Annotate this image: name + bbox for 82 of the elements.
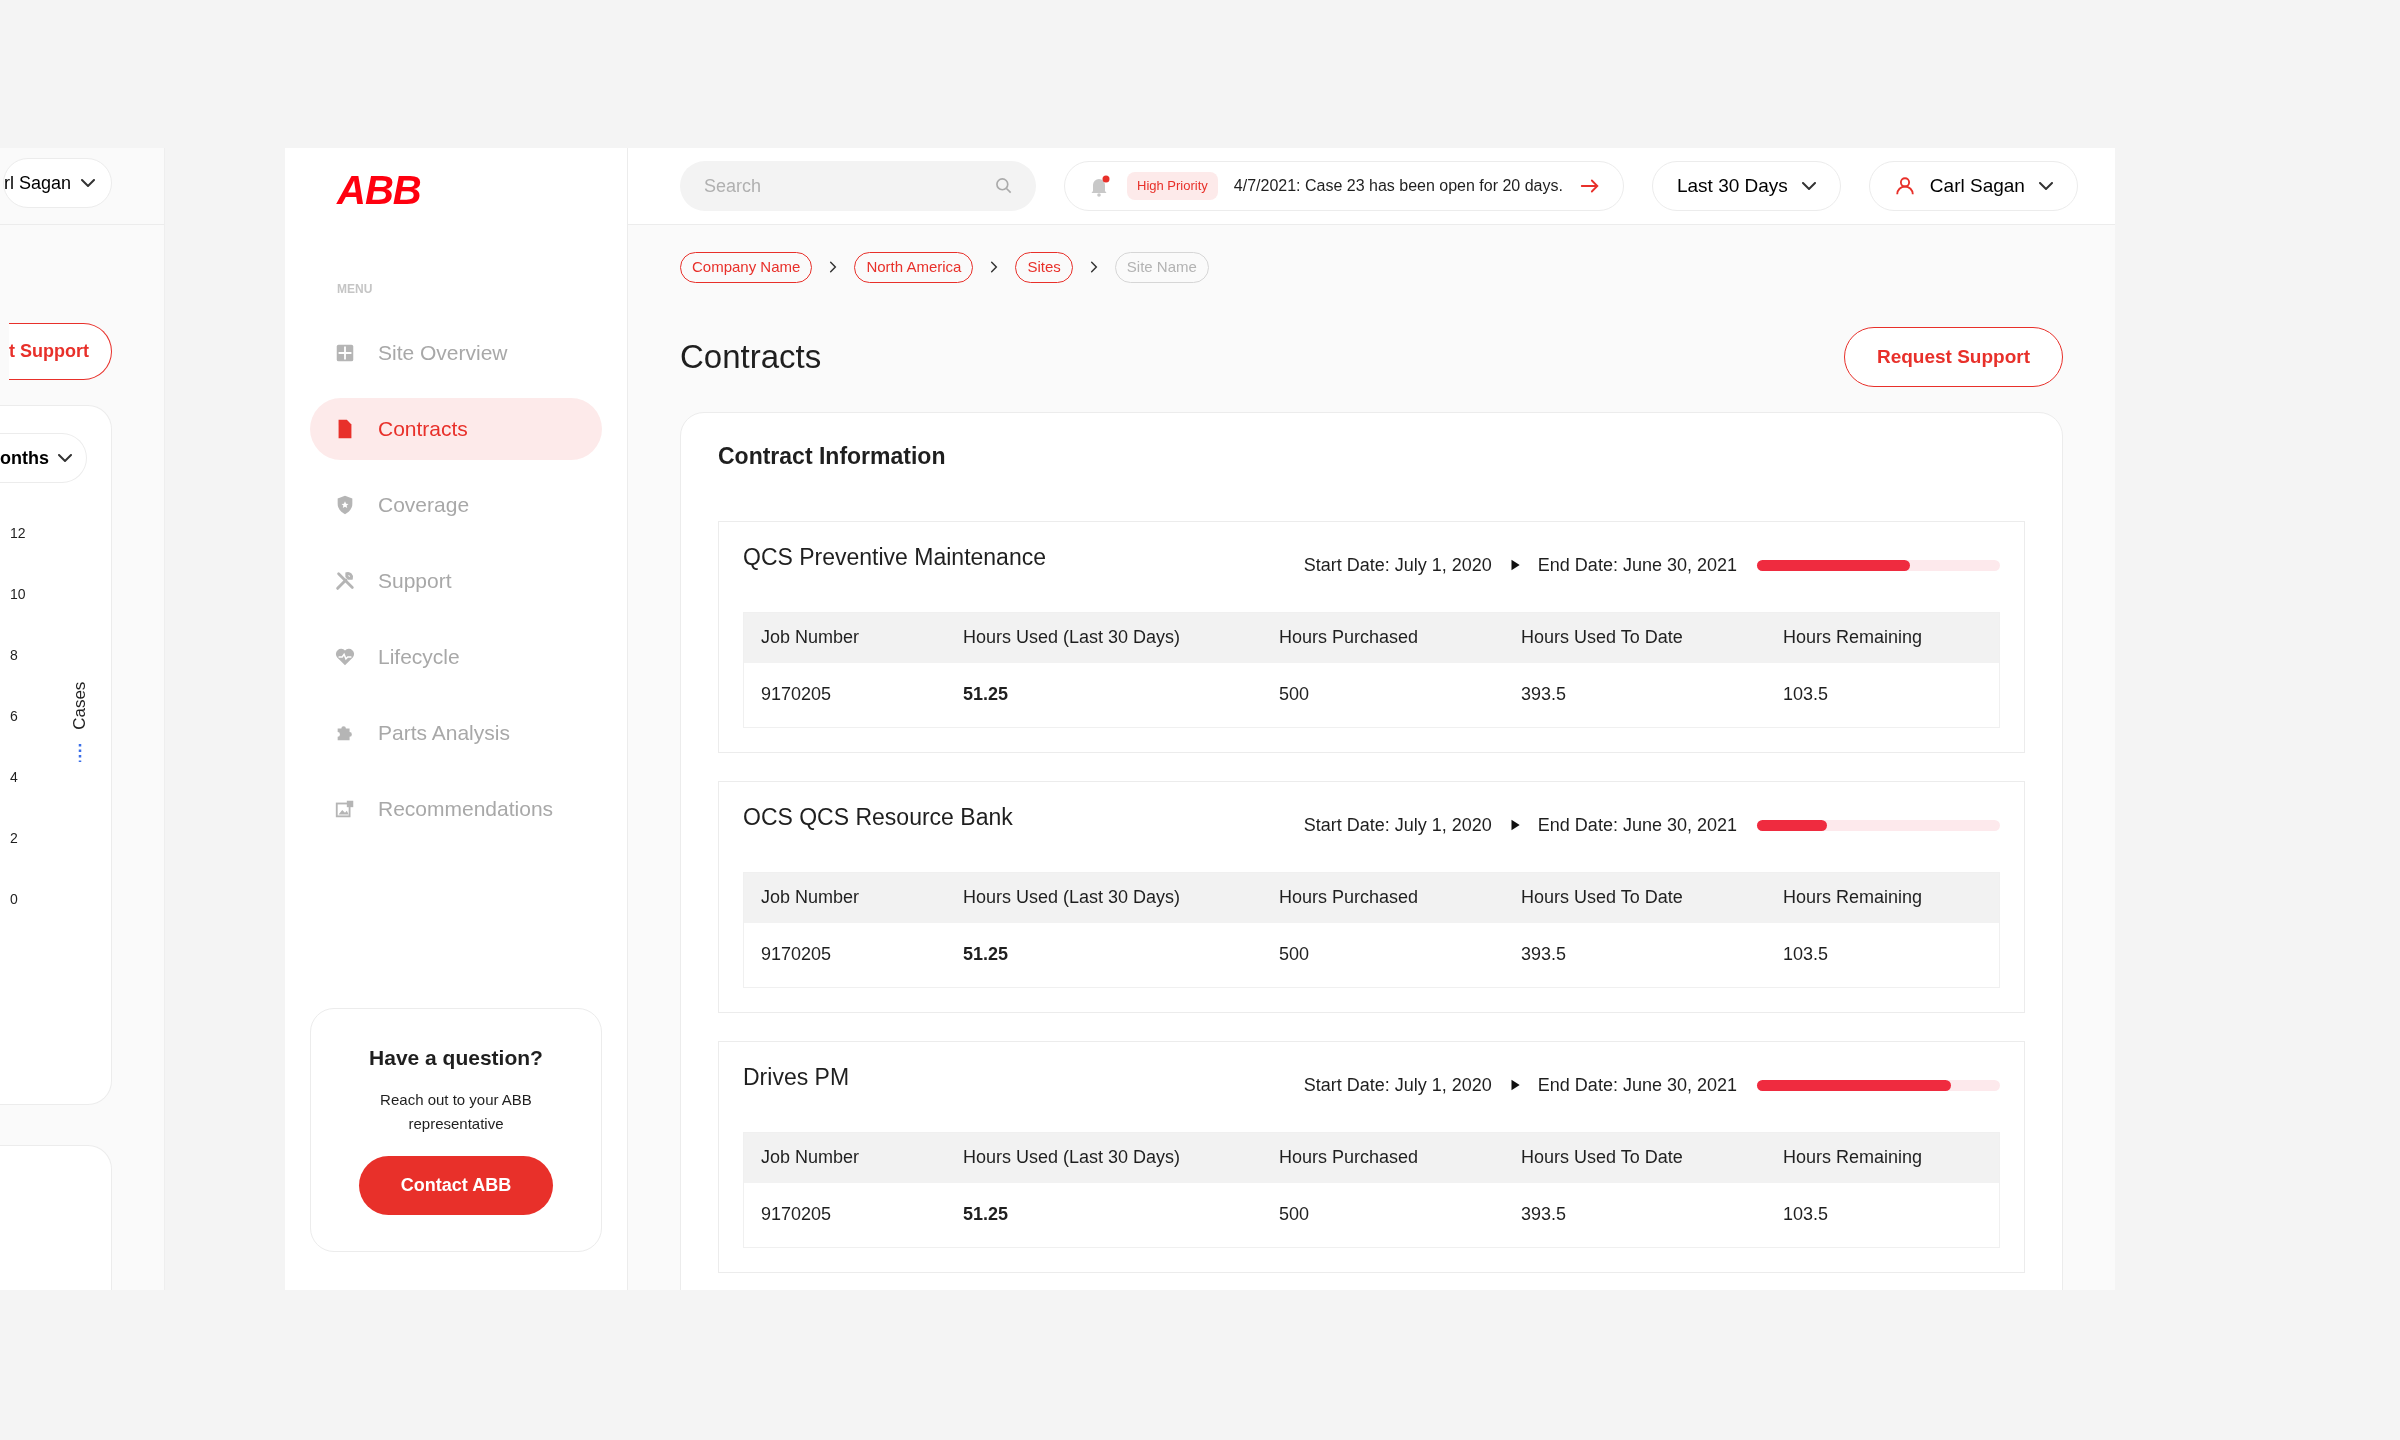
help-title: Have a question? — [368, 1044, 544, 1070]
sidebar-item[interactable]: Parts Analysis — [310, 702, 602, 764]
sidebar-item[interactable]: Lifecycle — [310, 626, 602, 688]
axis-tick-label: 4 — [10, 768, 19, 787]
table-cell-text: 103.5 — [1783, 1203, 1830, 1227]
column-header: Hours Remaining — [1783, 886, 1924, 910]
column-header: Hours Remaining — [1783, 626, 1924, 650]
column-header: Hours Used (Last 30 Days) — [963, 626, 1182, 650]
sidebar-item[interactable]: Contracts — [310, 398, 602, 460]
table-cell-text: 51.25 — [963, 1203, 1010, 1227]
column-header: Hours Purchased — [1279, 1146, 1420, 1170]
axis-tick-label: 2 — [10, 829, 19, 848]
table-cell-text: 9170205 — [761, 943, 833, 967]
table-cell-text: 393.5 — [1521, 683, 1568, 707]
table-cell-text: 9170205 — [761, 1203, 833, 1227]
user-menu-button[interactable]: Carl Sagan — [1868, 161, 2078, 211]
table-cell-text: 103.5 — [1783, 943, 1830, 967]
table-cell-text: 393.5 — [1521, 1203, 1568, 1227]
table-cell-text: 393.5 — [1521, 943, 1568, 967]
column-header: Hours Used To Date — [1521, 626, 1684, 650]
contract-name: OCS QCS Resource Bank — [743, 803, 1013, 832]
notification-text: 4/7/2021: Case 23 has been open for 20 days. — [1233, 176, 1563, 196]
table-cell-text: 9170205 — [761, 683, 833, 707]
column-header: Hours Used To Date — [1521, 886, 1684, 910]
search-field[interactable]: Search — [680, 161, 1036, 211]
heart-icon — [334, 646, 356, 668]
column-header: Hours Purchased — [1279, 626, 1420, 650]
column-header: Job Number — [761, 626, 861, 650]
table-cell-text: 500 — [1279, 943, 1311, 967]
end-date: End Date: June 30, 2021 — [1537, 1073, 1737, 1097]
menu-heading: MENU — [337, 281, 374, 298]
axis-tick-label: 12 — [10, 524, 26, 543]
request-support-button[interactable]: Request Support — [1843, 326, 2063, 387]
sidebar-item[interactable]: Support — [310, 550, 602, 612]
sidebar-item[interactable]: Recommendations — [310, 778, 602, 840]
start-date: Start Date: July 1, 2020 — [1303, 553, 1492, 577]
table-cell-text: 500 — [1279, 683, 1311, 707]
user-icon — [1893, 175, 1916, 197]
chevron-down-icon — [58, 454, 72, 462]
image-icon — [334, 798, 356, 820]
table-cell-text: 51.25 — [963, 943, 1010, 967]
card-title: Contract Information — [718, 443, 947, 471]
axis-tick-label: 10 — [10, 585, 26, 604]
column-header: Hours Used To Date — [1521, 1146, 1684, 1170]
search-icon — [994, 176, 1014, 196]
tools-icon — [334, 570, 356, 592]
chevron-down-icon — [1801, 182, 1816, 190]
start-date: Start Date: July 1, 2020 — [1303, 813, 1492, 837]
user-menu-button[interactable]: rl Sagan — [2, 158, 112, 208]
axis-title: Cases — [68, 681, 90, 730]
contract-name: QCS Preventive Maintenance — [743, 543, 1046, 572]
sidebar-item[interactable]: Coverage — [310, 474, 602, 536]
axis-tick-label: 8 — [10, 646, 19, 665]
column-header: Hours Remaining — [1783, 1146, 1924, 1170]
sidebar-item[interactable]: Site Overview — [310, 322, 602, 384]
column-header: Job Number — [761, 1146, 861, 1170]
range-dropdown[interactable]: onths — [0, 433, 87, 483]
table-cell-text: 103.5 — [1783, 683, 1830, 707]
grid-icon — [334, 342, 356, 364]
page-title: Contracts — [680, 336, 822, 377]
column-header: Hours Purchased — [1279, 886, 1420, 910]
contract-name: Drives PM — [743, 1063, 850, 1092]
help-text: Reach out to your ABB representative — [379, 1090, 533, 1134]
table-cell-text: 500 — [1279, 1203, 1311, 1227]
dotted-line — [77, 742, 82, 763]
contact-button[interactable]: Contact ABB — [358, 1156, 554, 1215]
request-support-button[interactable]: t Support — [9, 323, 112, 380]
table-cell-text: 51.25 — [963, 683, 1010, 707]
start-date: Start Date: July 1, 2020 — [1303, 1073, 1492, 1097]
chevron-down-icon — [2038, 182, 2053, 190]
axis-tick-label: 0 — [10, 890, 19, 909]
column-header: Hours Used (Last 30 Days) — [963, 886, 1182, 910]
axis-tick-label: 6 — [10, 707, 19, 726]
column-header: Job Number — [761, 886, 861, 910]
end-date: End Date: June 30, 2021 — [1537, 813, 1737, 837]
end-date: End Date: June 30, 2021 — [1537, 553, 1737, 577]
date-range-dropdown[interactable]: Last 30 Days — [1651, 161, 1841, 211]
notification-bar[interactable]: High Priority 4/7/2021: Case 23 has been open for 20 days. — [1064, 161, 1624, 211]
column-header: Hours Used (Last 30 Days) — [963, 1146, 1182, 1170]
chevron-down-icon — [81, 179, 95, 187]
logo: ABB — [337, 170, 422, 210]
priority-badge: High Priority — [1127, 172, 1218, 200]
